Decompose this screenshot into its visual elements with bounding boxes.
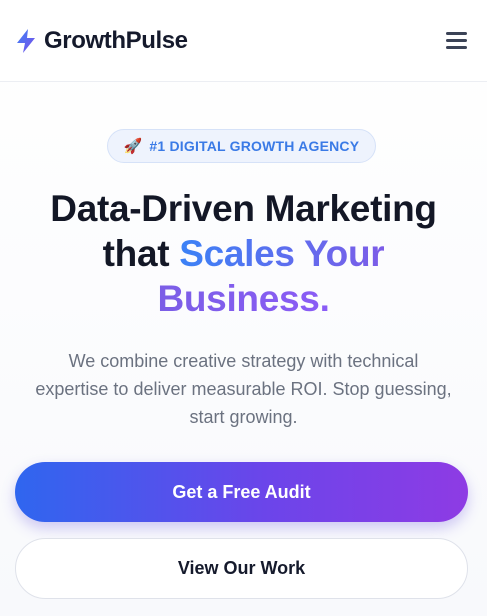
badge-text: #1 DIGITAL GROWTH AGENCY bbox=[149, 138, 360, 154]
hero-subtitle: We combine creative strategy with techni… bbox=[35, 351, 452, 427]
agency-badge: 🚀 #1 DIGITAL GROWTH AGENCY bbox=[107, 129, 376, 163]
brand-name[interactable]: GrowthPulse bbox=[44, 26, 188, 56]
headline-accent-text: Scales Your bbox=[179, 233, 385, 274]
headline-plain-text: that bbox=[102, 233, 180, 274]
hero-headline: Data-Driven Marketing that Scales Your B… bbox=[0, 186, 487, 321]
headline-accent-text: Business. bbox=[157, 278, 330, 319]
headline-line-3: Business. bbox=[0, 276, 487, 321]
landing-page: GrowthPulse 🚀 #1 DIGITAL GROWTH AGENCY D… bbox=[0, 0, 487, 616]
headline-line-2: that Scales Your bbox=[0, 231, 487, 276]
hamburger-menu-icon[interactable] bbox=[444, 30, 470, 52]
site-header: GrowthPulse bbox=[0, 0, 487, 82]
rocket-icon: 🚀 bbox=[123, 137, 143, 155]
headline-line-1: Data-Driven Marketing bbox=[50, 188, 437, 229]
lightning-bolt-icon bbox=[17, 29, 35, 53]
view-our-work-button[interactable]: View Our Work bbox=[15, 538, 468, 599]
menu-bar bbox=[446, 46, 467, 49]
menu-bar bbox=[446, 39, 467, 42]
menu-bar bbox=[446, 32, 467, 35]
get-free-audit-button[interactable]: Get a Free Audit bbox=[15, 462, 468, 522]
